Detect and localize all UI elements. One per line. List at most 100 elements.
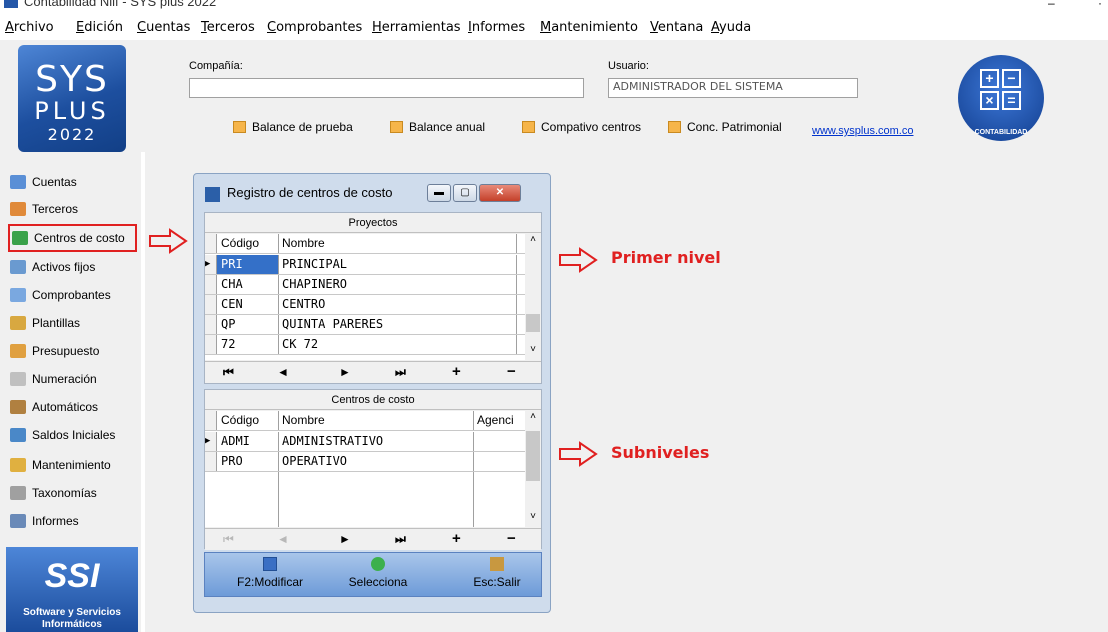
table-row[interactable]: ▶ ADMI ADMINISTRATIVO (205, 432, 527, 452)
cell-name[interactable]: ADMINISTRATIVO (279, 432, 474, 451)
user-field[interactable]: ADMINISTRADOR DEL SISTEMA (608, 78, 858, 98)
cell-name[interactable]: PRINCIPAL (279, 255, 517, 274)
sidebar-item-comprobantes[interactable]: Comprobantes (10, 284, 111, 306)
header-codigo[interactable]: Código (217, 411, 279, 430)
cell-code[interactable]: 72 (217, 335, 279, 354)
sidebar-item-terceros[interactable]: Terceros (10, 198, 78, 220)
first-record-button[interactable]: ⏮ (223, 532, 234, 547)
arrow-subniveles-icon (559, 441, 598, 467)
sidebar-item-saldos-iniciales[interactable]: Saldos Iniciales (10, 424, 115, 446)
header-agencia[interactable]: Agenci (474, 411, 514, 430)
select-button[interactable]: Selecciona (343, 557, 413, 589)
cell-code[interactable]: QP (217, 315, 279, 334)
dialog-maximize-button[interactable]: ▢ (453, 184, 477, 202)
first-record-button[interactable]: ⏮ (223, 365, 234, 380)
projects-scrollbar[interactable]: ˄ ˅ (525, 234, 541, 360)
table-row[interactable]: CHA CHAPINERO (205, 275, 527, 295)
menu-mantenimiento[interactable]: Mantenimiento (540, 20, 638, 35)
company-field[interactable] (189, 78, 584, 98)
compativo-centros-button[interactable]: Compativo centros (522, 118, 641, 136)
table-header: Código Nombre Agenci (205, 411, 527, 431)
cell-name[interactable]: QUINTA PARERES (279, 315, 517, 334)
add-record-button[interactable]: + (452, 363, 461, 380)
menu-archivo[interactable]: Archivo (5, 20, 54, 35)
header-nombre[interactable]: Nombre (279, 411, 474, 430)
balance-anual-label: Balance anual (409, 120, 486, 134)
cell-code[interactable]: PRI (217, 255, 279, 274)
sidebar-item-activos-fijos[interactable]: Activos fijos (10, 256, 95, 278)
app-icon (4, 0, 18, 8)
cell-code[interactable]: CHA (217, 275, 279, 294)
exit-button[interactable]: Esc:Salir (467, 557, 527, 589)
sidebar-item-plantillas[interactable]: Plantillas (10, 312, 80, 334)
menu-informes[interactable]: Informes (468, 20, 525, 35)
last-record-button[interactable]: ⏭ (395, 365, 406, 380)
sidebar-item-presupuesto[interactable]: Presupuesto (10, 340, 99, 362)
menu-edicion[interactable]: Edición (76, 20, 123, 35)
cell-code[interactable]: ADMI (217, 432, 279, 451)
sysplus-logo: SYS PLUS 2022 (18, 45, 126, 152)
table-row[interactable]: CEN CENTRO (205, 295, 527, 315)
scroll-up-icon[interactable]: ˄ (525, 411, 541, 422)
cell-name[interactable]: OPERATIVO (279, 452, 474, 471)
header-codigo[interactable]: Código (217, 234, 279, 253)
projects-grid[interactable]: Código Nombre ▶ PRI PRINCIPAL CHA CHAPIN… (205, 234, 527, 360)
scroll-thumb[interactable] (526, 314, 540, 332)
menu-ventana[interactable]: Ventana (650, 20, 703, 35)
delete-record-button[interactable]: − (507, 363, 516, 380)
cell-code[interactable]: CEN (217, 295, 279, 314)
menu-cuentas[interactable]: Cuentas (137, 20, 190, 35)
conc-patrimonial-button[interactable]: Conc. Patrimonial (668, 118, 782, 136)
close-button[interactable]: · (1098, 0, 1102, 10)
scroll-down-icon[interactable]: ˅ (525, 511, 541, 522)
website-link[interactable]: www.sysplus.com.co (812, 125, 913, 137)
modify-button[interactable]: F2:Modificar (235, 557, 305, 589)
menu-comprobantes[interactable]: Comprobantes (267, 20, 362, 35)
sidebar-item-automaticos[interactable]: Automáticos (10, 396, 98, 418)
exit-label: Esc:Salir (473, 575, 521, 589)
dialog-minimize-button[interactable]: ▬ (427, 184, 451, 202)
balance-prueba-button[interactable]: Balance de prueba (233, 118, 353, 136)
table-row[interactable]: 72 CK 72 (205, 335, 527, 355)
add-record-button[interactable]: + (452, 530, 461, 547)
modify-label: F2:Modificar (236, 575, 304, 589)
table-row[interactable]: PRO OPERATIVO (205, 452, 527, 472)
sidebar-item-centros-de-costo[interactable]: Centros de costo (8, 224, 137, 252)
header-nombre[interactable]: Nombre (279, 234, 517, 253)
cell-code[interactable]: PRO (217, 452, 279, 471)
sidebar-item-informes[interactable]: Informes (10, 510, 79, 532)
minimize-button[interactable]: – (1048, 0, 1055, 10)
menu-ayuda[interactable]: Ayuda (711, 20, 751, 35)
last-record-button[interactable]: ⏭ (395, 532, 406, 547)
next-record-button[interactable]: ► (339, 365, 351, 379)
cell-agency[interactable] (474, 452, 514, 471)
prev-record-button[interactable]: ◄ (277, 532, 289, 546)
scroll-down-icon[interactable]: ˅ (525, 344, 541, 355)
cost-centers-grid[interactable]: Código Nombre Agenci ▶ ADMI ADMINISTRATI… (205, 411, 527, 527)
cost-centers-panel: Centros de costo Código Nombre Agenci ▶ … (204, 389, 542, 550)
row-pointer-icon: ▶ (205, 432, 217, 451)
annotation-subniveles: Subniveles (611, 443, 710, 462)
menu-terceros[interactable]: Terceros (201, 20, 255, 35)
sidebar-item-mantenimiento[interactable]: Mantenimiento (10, 454, 111, 476)
next-record-button[interactable]: ► (339, 532, 351, 546)
report-icon (233, 121, 246, 133)
menu-herramientas[interactable]: Herramientas (372, 20, 461, 35)
scroll-up-icon[interactable]: ˄ (525, 234, 541, 245)
cell-name[interactable]: CENTRO (279, 295, 517, 314)
cell-name[interactable]: CHAPINERO (279, 275, 517, 294)
budget-icon (10, 344, 26, 358)
sidebar-item-numeracion[interactable]: Numeración (10, 368, 97, 390)
cell-agency[interactable] (474, 432, 514, 451)
sidebar-item-cuentas[interactable]: Cuentas (10, 171, 77, 193)
sidebar-item-taxonomias[interactable]: Taxonomías (10, 482, 97, 504)
dialog-close-button[interactable]: ✕ (479, 184, 521, 202)
cell-name[interactable]: CK 72 (279, 335, 517, 354)
table-row[interactable]: QP QUINTA PARERES (205, 315, 527, 335)
table-row[interactable]: ▶ PRI PRINCIPAL (205, 255, 527, 275)
cost-centers-scrollbar[interactable]: ˄ ˅ (525, 411, 541, 527)
scroll-thumb[interactable] (526, 431, 540, 481)
balance-anual-button[interactable]: Balance anual (390, 118, 485, 136)
delete-record-button[interactable]: − (507, 530, 516, 547)
prev-record-button[interactable]: ◄ (277, 365, 289, 379)
